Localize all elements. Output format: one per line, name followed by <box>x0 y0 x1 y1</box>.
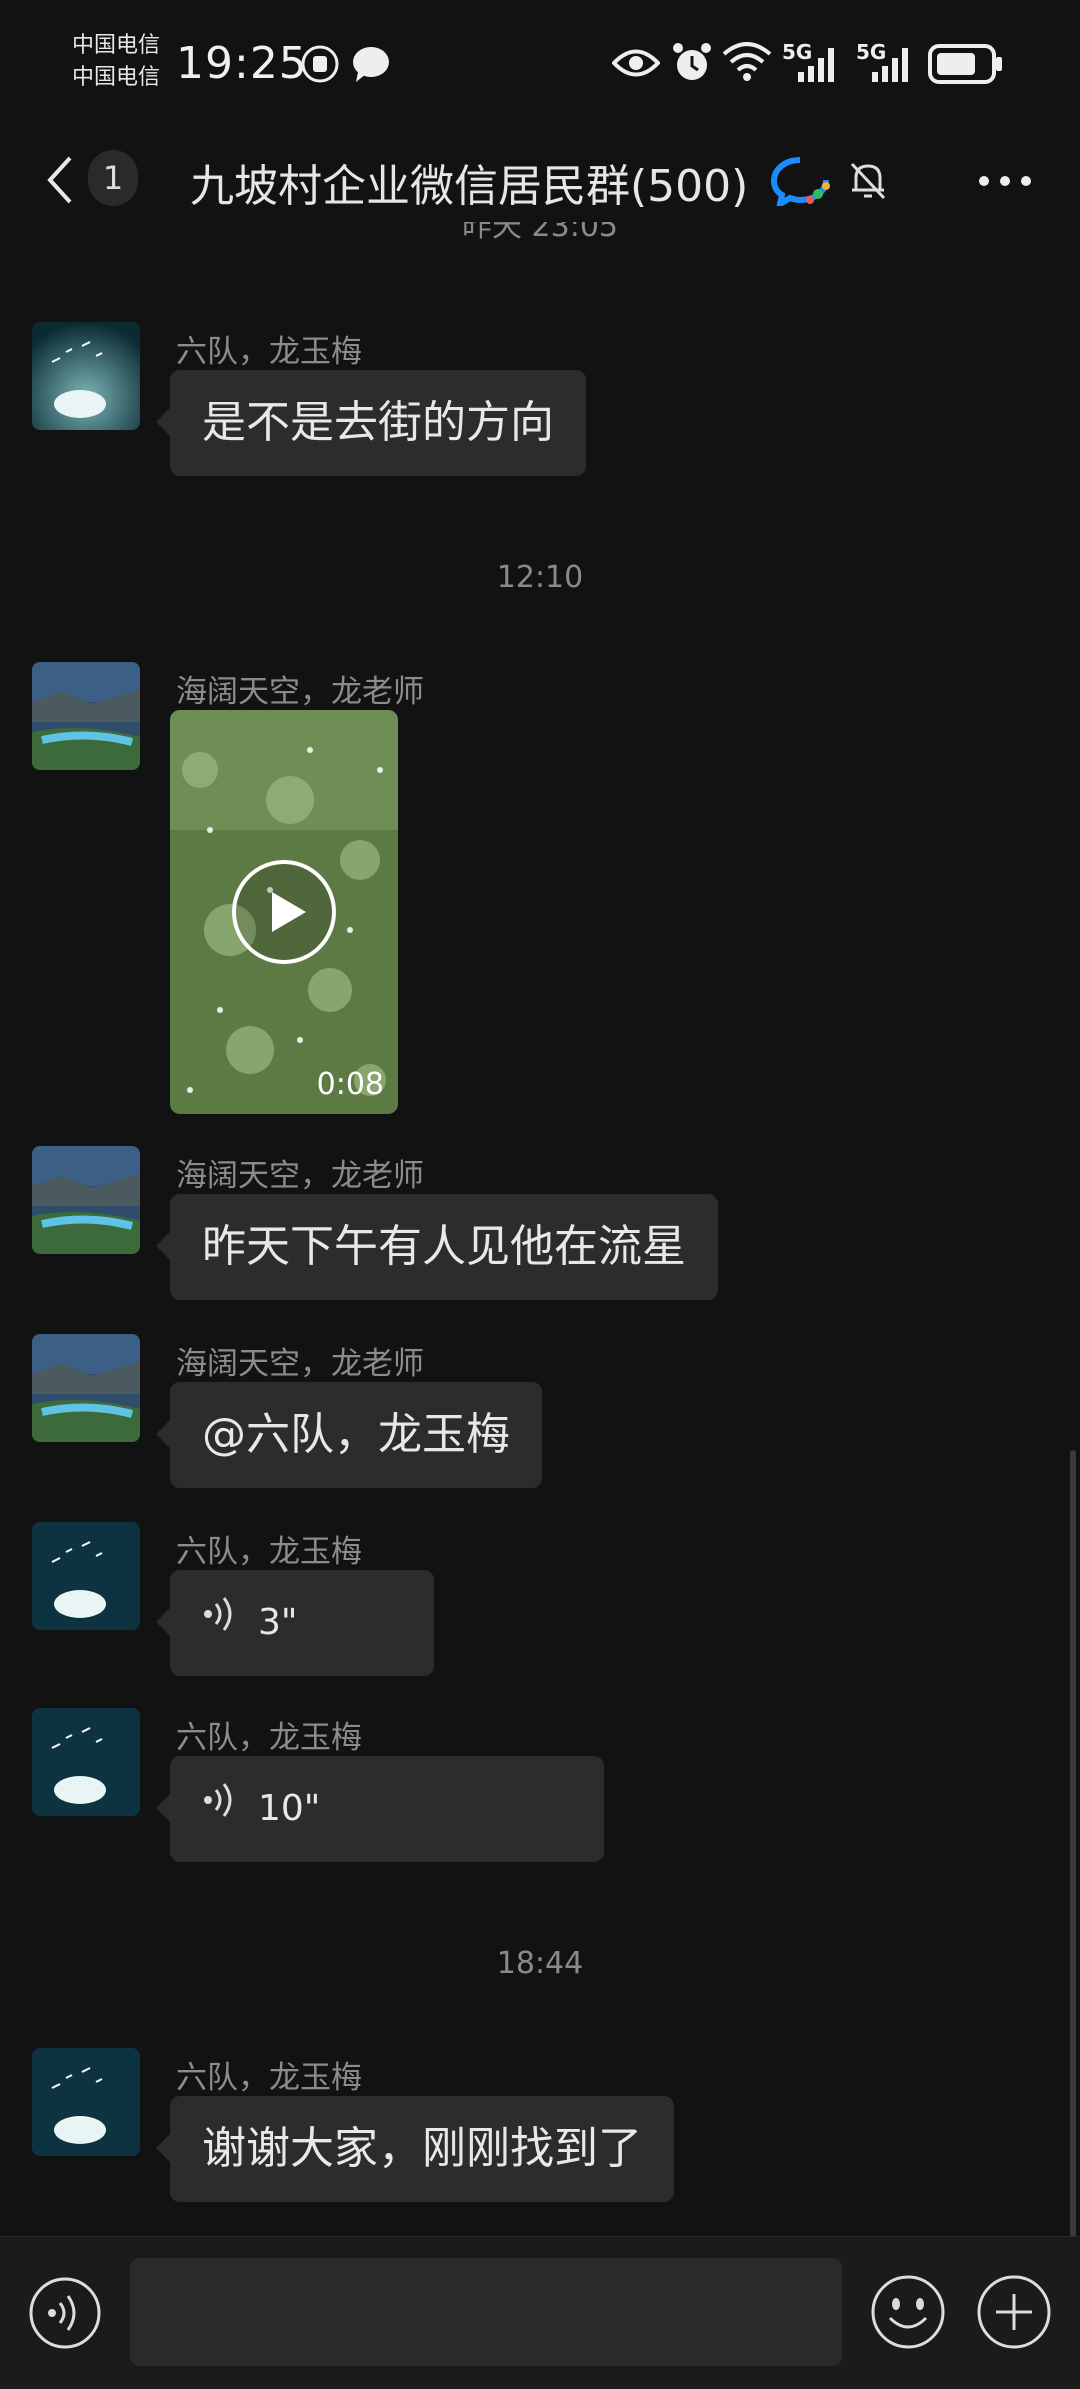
sender-name: 海阔天空，龙老师 <box>176 1158 424 1194</box>
partial-timestamp: 昨天 23:05 <box>462 222 618 244</box>
voice-message[interactable]: 10" <box>156 1756 604 1862</box>
chat-icon <box>350 44 392 88</box>
wifi-icon <box>722 42 772 86</box>
timestamp: 18:44 <box>496 1946 584 1981</box>
enterprise-chat-icon <box>770 154 830 211</box>
signal-icon <box>870 46 914 86</box>
timestamp: 12:10 <box>496 560 584 595</box>
message-bubble[interactable]: @六队，龙玉梅 <box>156 1382 542 1488</box>
mute-bell-icon <box>848 158 888 206</box>
video-message[interactable]: 0:08 <box>170 710 398 1114</box>
plus-icon[interactable] <box>976 2274 1052 2354</box>
emoji-icon[interactable] <box>870 2274 946 2354</box>
status-time: 19:25 <box>176 38 308 89</box>
fist-icon <box>300 44 340 88</box>
scrollbar[interactable] <box>1070 1450 1076 2238</box>
sender-name: 六队，龙玉梅 <box>176 1720 362 1756</box>
carrier-1: 中国电信 <box>72 33 161 58</box>
more-icon[interactable] <box>978 172 1032 191</box>
message-bubble[interactable]: 是不是去街的方向 <box>156 370 586 476</box>
chat-title[interactable]: 九坡村企业微信居民群(500) <box>190 150 748 214</box>
sender-name: 六队，龙玉梅 <box>176 334 362 370</box>
carrier-2: 中国电信 <box>72 65 161 90</box>
message-input[interactable] <box>130 2258 842 2366</box>
avatar[interactable] <box>32 1708 140 1816</box>
message-bubble[interactable]: 谢谢大家，刚刚找到了 <box>156 2096 674 2202</box>
voice-input-icon[interactable] <box>28 2276 102 2354</box>
voice-duration: 3" <box>258 1602 298 1643</box>
sender-name: 海阔天空，龙老师 <box>176 674 424 710</box>
eye-icon <box>611 46 661 84</box>
play-icon[interactable] <box>230 858 338 966</box>
voice-duration: 10" <box>258 1788 321 1829</box>
signal-icon <box>796 46 840 86</box>
voice-wave-icon <box>202 1756 236 1862</box>
video-duration: 0:08 <box>316 1067 384 1102</box>
avatar[interactable] <box>32 1334 140 1442</box>
back-chevron-icon[interactable] <box>40 152 84 208</box>
battery-icon <box>928 44 1004 88</box>
alarm-icon <box>672 42 712 88</box>
sender-name: 六队，龙玉梅 <box>176 1534 362 1570</box>
voice-message[interactable]: 3" <box>156 1570 434 1676</box>
avatar[interactable] <box>32 2048 140 2156</box>
sender-name: 海阔天空，龙老师 <box>176 1346 424 1382</box>
unread-count-badge[interactable]: 1 <box>88 150 138 206</box>
voice-wave-icon <box>202 1570 236 1676</box>
avatar[interactable] <box>32 322 140 430</box>
avatar[interactable] <box>32 1522 140 1630</box>
sender-name: 六队，龙玉梅 <box>176 2060 362 2096</box>
avatar[interactable] <box>32 1146 140 1254</box>
message-bubble[interactable]: 昨天下午有人见他在流星 <box>156 1194 718 1300</box>
avatar[interactable] <box>32 662 140 770</box>
